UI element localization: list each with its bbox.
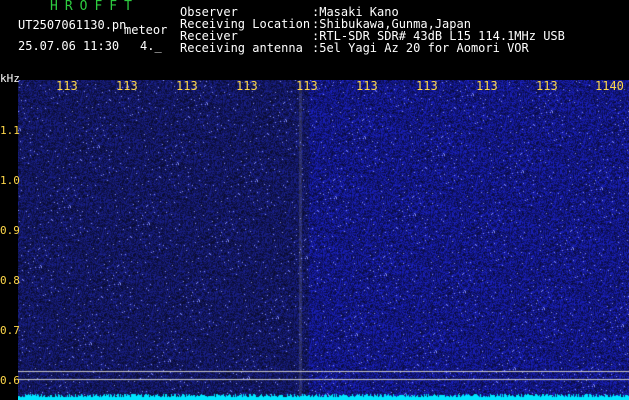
x-tick-label: 113	[476, 79, 498, 93]
y-tick-label: 1.0	[0, 174, 20, 187]
x-tick-label: 113	[536, 79, 558, 93]
timestamp-extra: 4._	[140, 39, 162, 53]
x-tick-label: 113	[296, 79, 318, 93]
antenna-label: Receiving antenna	[180, 41, 303, 55]
y-tick-label: 0.9	[0, 224, 20, 237]
timestamp: 25.07.06 11:30	[18, 39, 120, 53]
x-tick-label: 113	[356, 79, 378, 93]
x-tick-label: 113	[236, 79, 258, 93]
file-name: UT2507061130.pn	[18, 18, 127, 32]
x-tick-label: 1140	[595, 79, 624, 93]
axis-unit-label: kHz	[0, 72, 20, 85]
x-tick-label: 113	[116, 79, 138, 93]
app-brand: HROFFT	[50, 0, 139, 14]
x-tick-label: 113	[176, 79, 198, 93]
spectrogram-plot	[18, 80, 629, 400]
x-tick-label: 113	[416, 79, 438, 93]
y-tick-label: 1.1	[0, 124, 20, 137]
y-tick-label: 0.7	[0, 324, 20, 337]
x-tick-label: 113	[56, 79, 78, 93]
y-tick-label: 0.8	[0, 274, 20, 287]
file-tag: meteor	[124, 23, 168, 37]
antenna-value: :5el Yagi Az 20 for Aomori VOR	[312, 41, 529, 55]
y-tick-label: 0.6	[0, 374, 20, 387]
